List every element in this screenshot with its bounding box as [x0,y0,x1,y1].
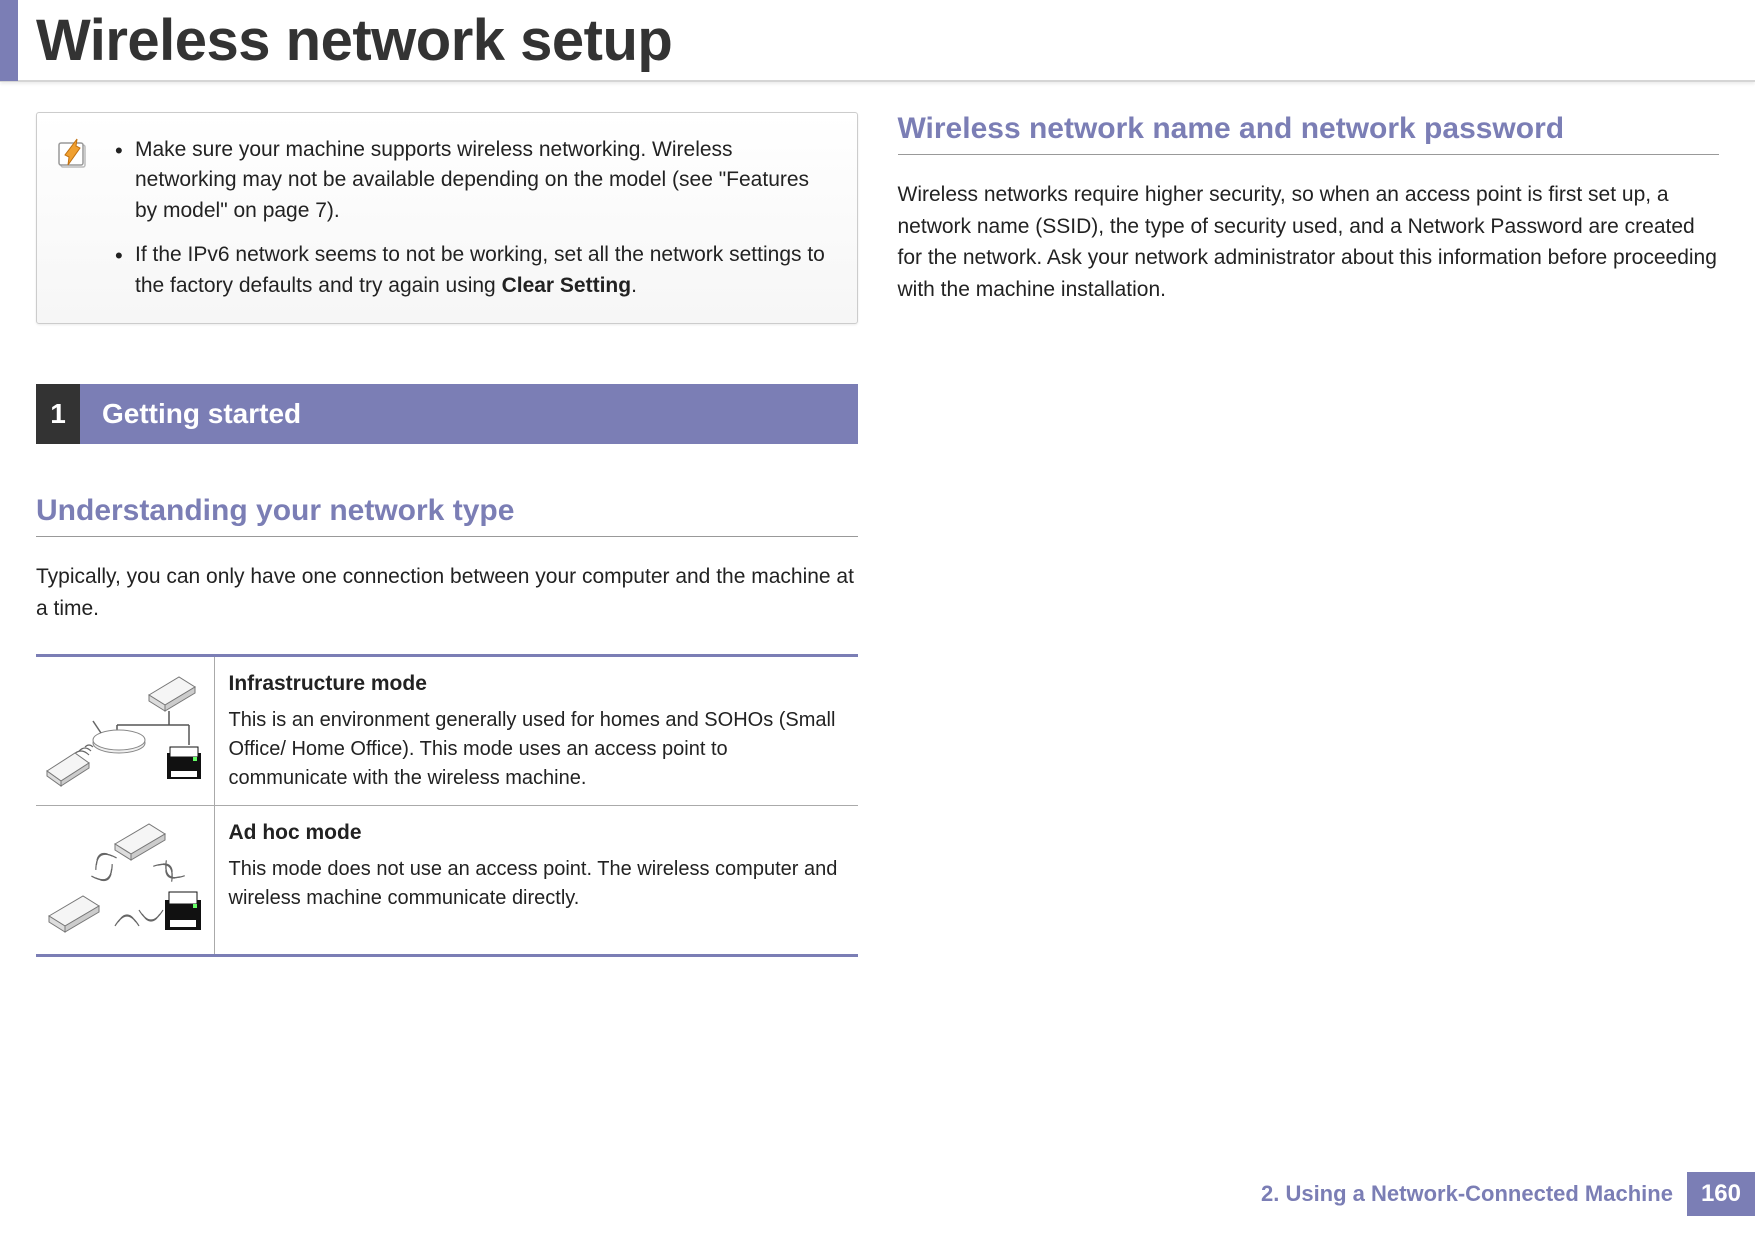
subheading-network-type: Understanding your network type [36,494,858,537]
note-item-2-post: . [631,274,637,297]
table-row: Infrastructure mode This is an environme… [36,656,858,806]
adhoc-mode-title: Ad hoc mode [229,818,844,848]
header-accent [0,0,18,81]
note-list: Make sure your machine supports wireless… [109,135,833,301]
adhoc-text-cell: Ad hoc mode This mode does not use an ac… [214,806,858,956]
subheading-ssid: Wireless network name and network passwo… [898,112,1720,155]
right-column: Wireless network name and network passwo… [898,112,1720,957]
left-column: Make sure your machine supports wireless… [36,112,858,957]
adhoc-diagram-cell [36,806,214,956]
adhoc-mode-desc: This mode does not use an access point. … [229,858,838,909]
infrastructure-mode-desc: This is an environment generally used fo… [229,709,836,789]
note-item-2-bold: Clear Setting [502,274,632,297]
section-number: 1 [36,384,80,444]
note-item-2: If the IPv6 network seems to not be work… [109,240,833,301]
note-item-1: Make sure your machine supports wireless… [109,135,833,226]
adhoc-diagram-icon [45,820,205,940]
page-title: Wireless network setup [36,7,672,74]
footer-chapter: 2. Using a Network-Connected Machine [1261,1181,1673,1207]
infrastructure-diagram-icon [45,671,205,791]
infrastructure-diagram-cell [36,656,214,806]
note-item-2-pre: If the IPv6 network seems to not be work… [135,243,825,296]
body-network-type: Typically, you can only have one connect… [36,561,858,624]
body-ssid: Wireless networks require higher securit… [898,179,1720,305]
footer-page-number: 160 [1687,1172,1755,1216]
network-modes-table: Infrastructure mode This is an environme… [36,654,858,957]
note-box: Make sure your machine supports wireless… [36,112,858,324]
section-label: Getting started [80,384,858,444]
section-label-row: 1 Getting started [36,384,858,444]
page-footer: 2. Using a Network-Connected Machine 160 [1261,1172,1755,1216]
page-header: Wireless network setup [0,0,1755,82]
table-row: Ad hoc mode This mode does not use an ac… [36,806,858,956]
note-icon [57,135,91,301]
page-body: Make sure your machine supports wireless… [0,82,1755,957]
infrastructure-text-cell: Infrastructure mode This is an environme… [214,656,858,806]
infrastructure-mode-title: Infrastructure mode [229,669,844,699]
note-item-1-text: Make sure your machine supports wireless… [135,138,809,222]
